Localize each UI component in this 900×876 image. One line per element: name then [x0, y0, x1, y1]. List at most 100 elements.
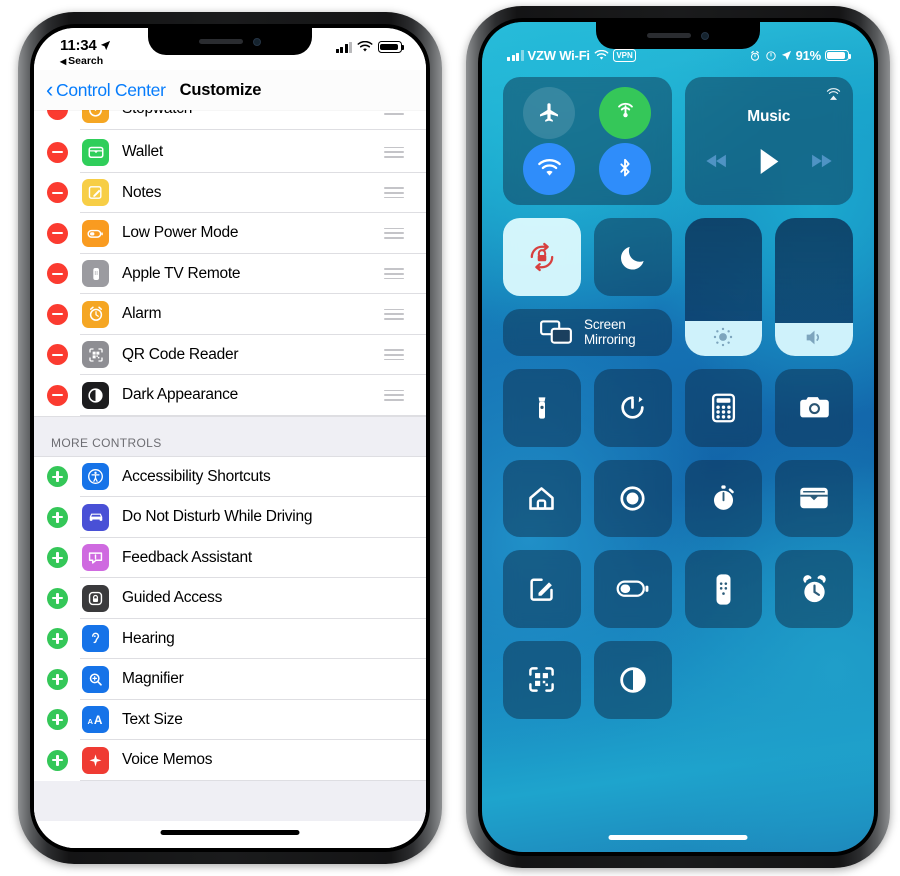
- remove-control-button[interactable]: [47, 384, 68, 406]
- drag-handle-icon[interactable]: [384, 187, 404, 199]
- remove-control-button[interactable]: [47, 141, 68, 163]
- table-row[interactable]: Feedback Assistant: [34, 537, 426, 578]
- table-row[interactable]: Voice Memos: [34, 740, 426, 781]
- table-row[interactable]: Dark Appearance: [34, 375, 426, 416]
- table-row[interactable]: Magnifier: [34, 659, 426, 700]
- drag-handle-icon[interactable]: [384, 227, 404, 239]
- drag-handle-icon[interactable]: [384, 146, 404, 158]
- table-row[interactable]: Alarm: [34, 294, 426, 335]
- svg-text:A: A: [87, 717, 93, 726]
- table-row[interactable]: Wallet: [34, 132, 426, 173]
- table-row[interactable]: Accessibility Shortcuts: [34, 456, 426, 497]
- iphone-settings-device: 11:34 ◀ Search ‹ Control Center Customiz…: [18, 12, 442, 864]
- back-to-search-link[interactable]: ◀ Search: [60, 55, 103, 67]
- drag-handle-icon[interactable]: [384, 110, 404, 115]
- fast-forward-icon[interactable]: [809, 153, 833, 169]
- do-not-disturb-button[interactable]: [593, 218, 672, 296]
- cellular-signal-icon: [507, 50, 524, 61]
- add-control-button[interactable]: [47, 547, 68, 569]
- apple-tv-remote-icon: [82, 260, 109, 288]
- apple-tv-remote-button[interactable]: [684, 550, 763, 629]
- add-control-button[interactable]: [47, 466, 68, 488]
- remove-control-button[interactable]: [47, 110, 68, 120]
- home-indicator[interactable]: [608, 835, 748, 840]
- add-control-button[interactable]: [47, 628, 68, 650]
- home-button[interactable]: [503, 459, 581, 538]
- controls-list[interactable]: Stopwatch: [34, 110, 426, 848]
- calculator-button[interactable]: [684, 368, 763, 447]
- remove-control-button[interactable]: [47, 263, 68, 285]
- row-label: Apple TV Remote: [122, 264, 241, 282]
- stopwatch-button[interactable]: [684, 459, 763, 538]
- table-row[interactable]: QR Code Reader: [34, 334, 426, 375]
- alarm-icon: [802, 574, 826, 602]
- rotation-lock-button[interactable]: [503, 218, 581, 296]
- hearing-icon: [82, 625, 109, 653]
- flashlight-icon: [538, 397, 546, 419]
- cellular-data-icon: [617, 102, 633, 117]
- row-label: Hearing: [122, 629, 175, 647]
- remove-control-button[interactable]: [47, 344, 68, 366]
- drag-handle-icon[interactable]: [384, 349, 404, 361]
- table-row[interactable]: Apple TV Remote: [34, 253, 426, 294]
- bluetooth-icon: [620, 158, 630, 177]
- car-icon: [82, 503, 109, 531]
- notes-icon: [530, 578, 553, 602]
- remove-control-button[interactable]: [47, 303, 68, 325]
- speaker-grill-icon: [647, 33, 691, 38]
- back-button-control-center[interactable]: ‹ Control Center: [46, 79, 166, 101]
- back-button-label: Control Center: [56, 79, 166, 100]
- orientation-lock-icon: [765, 50, 776, 61]
- screen-recording-button[interactable]: [593, 459, 672, 538]
- table-row[interactable]: Notes: [34, 172, 426, 213]
- dark-appearance-button[interactable]: [593, 641, 672, 719]
- home-indicator[interactable]: [160, 830, 300, 835]
- wallet-button[interactable]: [775, 459, 853, 538]
- row-label: Dark Appearance: [122, 386, 239, 404]
- table-row[interactable]: Guided Access: [34, 578, 426, 619]
- flashlight-button[interactable]: [503, 368, 581, 447]
- table-row[interactable]: Hearing: [34, 618, 426, 659]
- bluetooth-button[interactable]: [599, 143, 652, 195]
- table-row[interactable]: Stopwatch: [34, 110, 426, 130]
- add-control-button[interactable]: [47, 709, 68, 731]
- table-row[interactable]: Low Power Mode: [34, 213, 426, 254]
- notes-icon: [82, 179, 109, 207]
- add-control-button[interactable]: [47, 749, 68, 771]
- screen-mirroring-line1: Screen: [584, 316, 626, 332]
- airplay-icon[interactable]: [825, 86, 842, 103]
- low-power-mode-button[interactable]: [593, 550, 672, 629]
- wifi-button[interactable]: [523, 143, 576, 195]
- play-icon[interactable]: [757, 148, 781, 175]
- screen-mirroring-icon: [540, 320, 572, 344]
- table-row[interactable]: Do Not Disturb While Driving: [34, 497, 426, 538]
- alarm-button[interactable]: [775, 550, 853, 629]
- table-row[interactable]: A A Text Size: [34, 699, 426, 740]
- qr-code-reader-button[interactable]: [503, 641, 581, 719]
- notch-right: [596, 22, 760, 49]
- add-control-button[interactable]: [47, 506, 68, 528]
- remove-control-button[interactable]: [47, 182, 68, 204]
- rewind-icon[interactable]: [705, 153, 729, 169]
- stopwatch-icon: [713, 485, 734, 510]
- notes-button[interactable]: [503, 550, 581, 629]
- timer-button[interactable]: [593, 368, 672, 447]
- drag-handle-icon[interactable]: [384, 308, 404, 320]
- add-control-button[interactable]: [47, 587, 68, 609]
- remove-control-button[interactable]: [47, 222, 68, 244]
- phone-bezel-right: VZW Wi-Fi VPN 91% Music Screen Mirroring: [478, 18, 878, 856]
- cellular-data-button[interactable]: [599, 87, 652, 139]
- volume-slider[interactable]: [775, 218, 853, 356]
- drag-handle-icon[interactable]: [384, 389, 404, 401]
- list-row-clipped: Stopwatch: [34, 110, 426, 132]
- airplane-mode-button[interactable]: [523, 87, 576, 139]
- stopwatch-icon: [82, 110, 109, 123]
- camera-button[interactable]: [775, 368, 853, 447]
- phone-bezel-left: 11:34 ◀ Search ‹ Control Center Customiz…: [30, 24, 430, 852]
- wallet-icon: [800, 488, 828, 509]
- screen-mirroring-button[interactable]: Screen Mirroring: [503, 308, 672, 356]
- drag-handle-icon[interactable]: [384, 268, 404, 280]
- add-control-button[interactable]: [47, 668, 68, 690]
- brightness-slider[interactable]: [684, 218, 763, 356]
- row-label: Alarm: [122, 305, 162, 323]
